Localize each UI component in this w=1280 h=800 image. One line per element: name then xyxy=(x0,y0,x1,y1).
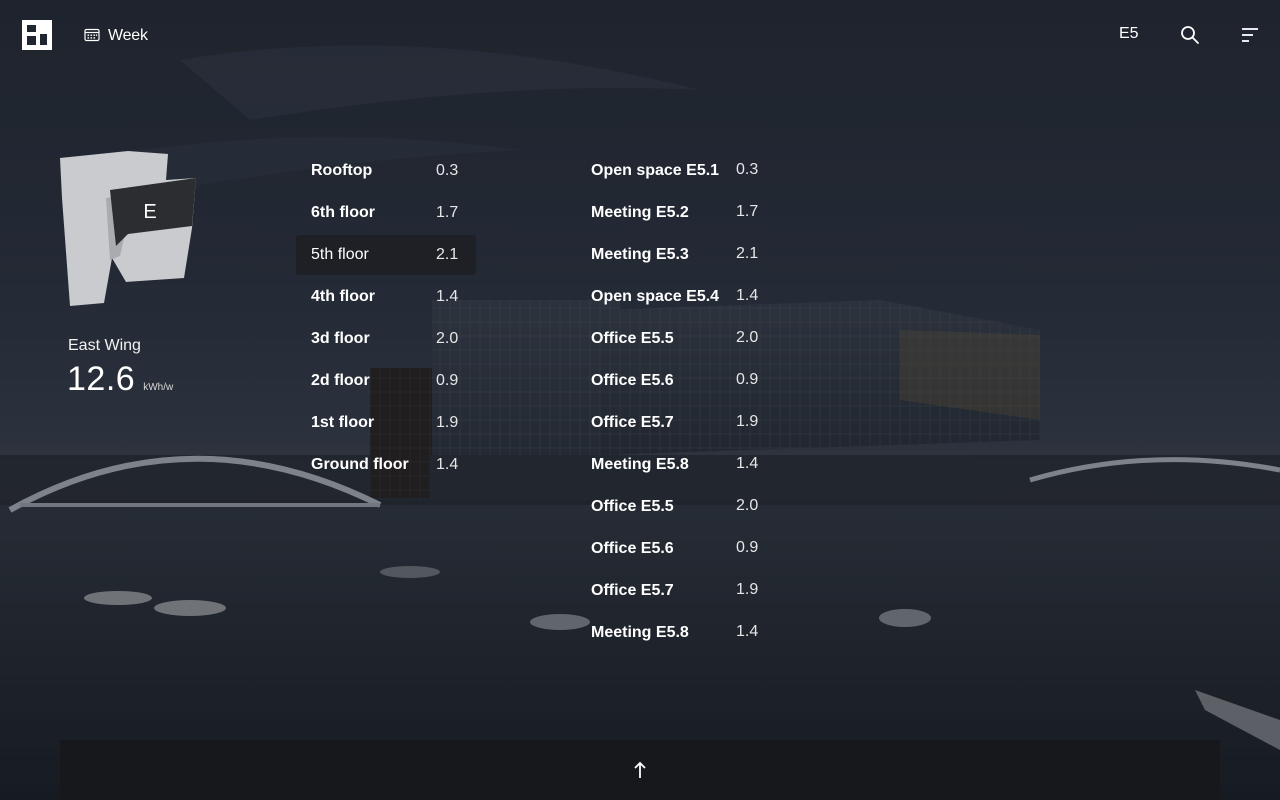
room-row[interactable]: Meeting E5.2 1.7 xyxy=(591,193,791,233)
room-name: Meeting E5.3 xyxy=(591,246,689,263)
room-name: Office E5.5 xyxy=(591,330,674,347)
room-row[interactable]: Meeting E5.3 2.1 xyxy=(591,235,791,275)
room-row[interactable]: Meeting E5.8 1.4 xyxy=(591,613,791,653)
room-row[interactable]: Office E5.5 2.0 xyxy=(591,319,791,359)
floor-value: 2.1 xyxy=(436,246,459,263)
floor-value: 1.7 xyxy=(436,204,459,221)
search-icon[interactable] xyxy=(1180,25,1200,45)
room-row[interactable]: Open space E5.4 1.4 xyxy=(591,277,791,317)
room-name: Office E5.7 xyxy=(591,414,674,431)
room-row[interactable]: Open space E5.1 0.3 xyxy=(591,151,791,191)
room-row[interactable]: Office E5.6 0.9 xyxy=(591,361,791,401)
floor-row[interactable]: 1st floor 1.9 xyxy=(296,403,476,443)
room-name: Office E5.6 xyxy=(591,372,674,389)
arrow-up-icon[interactable] xyxy=(632,760,648,780)
room-value: 0.3 xyxy=(736,161,759,178)
floor-row[interactable]: Rooftop 0.3 xyxy=(296,151,476,191)
room-row[interactable]: Office E5.5 2.0 xyxy=(591,487,791,527)
menu-icon[interactable] xyxy=(1240,26,1260,44)
floor-name: 1st floor xyxy=(311,414,375,431)
room-value: 1.4 xyxy=(736,623,759,640)
calendar-icon xyxy=(84,27,100,46)
floor-value: 2.0 xyxy=(436,330,459,347)
building-code-link[interactable]: E5 xyxy=(1119,25,1139,43)
expand-panel-bar[interactable] xyxy=(60,740,1220,800)
room-value: 2.0 xyxy=(736,497,759,514)
wing-energy-value: 12.6 xyxy=(67,360,136,398)
room-name: Office E5.5 xyxy=(591,498,674,515)
floor-name: 2d floor xyxy=(311,372,370,389)
floor-value: 1.9 xyxy=(436,414,459,431)
room-value: 0.9 xyxy=(736,371,759,388)
floor-name: 5th floor xyxy=(311,246,369,263)
wing-map-letter: E xyxy=(143,201,156,223)
floor-row-selected[interactable]: 5th floor 2.1 xyxy=(296,235,476,275)
floor-value: 0.9 xyxy=(436,372,459,389)
room-name: Office E5.7 xyxy=(591,582,674,599)
top-bar: Week E5 xyxy=(0,0,1280,72)
period-label: Week xyxy=(108,27,148,44)
floor-row[interactable]: 4th floor 1.4 xyxy=(296,277,476,317)
room-name: Open space E5.4 xyxy=(591,288,720,305)
room-value: 0.9 xyxy=(736,539,759,556)
room-value: 1.9 xyxy=(736,413,759,430)
room-list: Open space E5.1 0.3 Meeting E5.2 1.7 Meeti… xyxy=(591,151,791,655)
floor-row[interactable]: 2d floor 0.9 xyxy=(296,361,476,401)
building-logo-icon[interactable] xyxy=(22,20,52,50)
floor-row[interactable]: 3d floor 2.0 xyxy=(296,319,476,359)
floor-name: Ground floor xyxy=(311,456,409,473)
floor-row[interactable]: 6th floor 1.7 xyxy=(296,193,476,233)
wing-name: East Wing xyxy=(68,337,141,354)
floor-value: 1.4 xyxy=(436,456,459,473)
floor-name: Rooftop xyxy=(311,162,373,179)
room-name: Open space E5.1 xyxy=(591,162,720,179)
room-value: 1.9 xyxy=(736,581,759,598)
room-value: 2.0 xyxy=(736,329,759,346)
room-value: 1.7 xyxy=(736,203,759,220)
room-row[interactable]: Office E5.6 0.9 xyxy=(591,529,791,569)
floor-value: 0.3 xyxy=(436,162,459,179)
wing-energy-unit: kWh/w xyxy=(143,382,174,393)
room-value: 1.4 xyxy=(736,287,759,304)
room-value: 2.1 xyxy=(736,245,759,262)
room-row[interactable]: Meeting E5.8 1.4 xyxy=(591,445,791,485)
room-name: Meeting E5.8 xyxy=(591,624,689,641)
wing-total: 12.6 kWh/w xyxy=(67,360,173,399)
floor-name: 4th floor xyxy=(311,288,375,305)
period-selector[interactable]: Week xyxy=(84,24,148,48)
room-name: Meeting E5.2 xyxy=(591,204,689,221)
floor-value: 1.4 xyxy=(436,288,459,305)
floor-list: Rooftop 0.3 6th floor 1.7 5th floor 2.1 4th… xyxy=(296,151,476,487)
room-value: 1.4 xyxy=(736,455,759,472)
floor-name: 3d floor xyxy=(311,330,370,347)
room-row[interactable]: Office E5.7 1.9 xyxy=(591,571,791,611)
wing-floorplan-map[interactable]: E xyxy=(56,148,201,310)
room-name: Office E5.6 xyxy=(591,540,674,557)
room-row[interactable]: Office E5.7 1.9 xyxy=(591,403,791,443)
room-name: Meeting E5.8 xyxy=(591,456,689,473)
floor-name: 6th floor xyxy=(311,204,375,221)
floor-row[interactable]: Ground floor 1.4 xyxy=(296,445,476,485)
